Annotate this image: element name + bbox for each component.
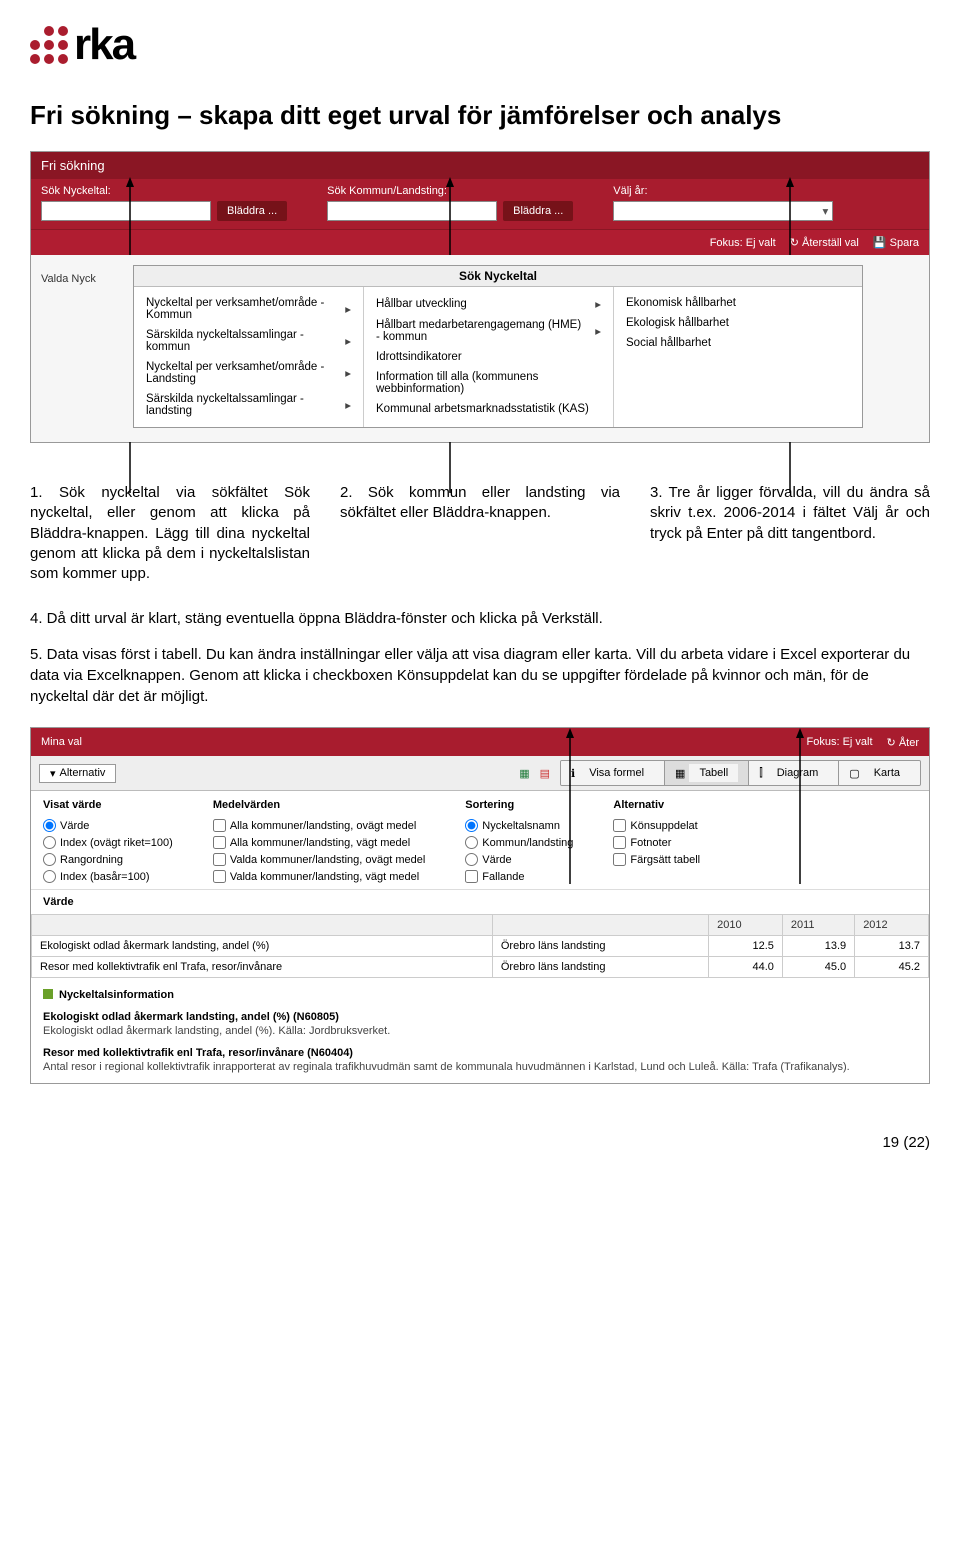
page-number: 19 (22) [30, 1134, 930, 1151]
check-alla-ovagt[interactable] [213, 819, 226, 832]
option-label: Alla kommuner/landsting, vägt medel [230, 837, 410, 849]
step-4-text: 4. Då ditt urval är klart, stäng eventue… [30, 608, 930, 629]
option-label: Kommun/landsting [482, 837, 573, 849]
spara-button[interactable]: 💾 Spara [873, 236, 919, 249]
pdf-icon[interactable]: ▤ [540, 767, 550, 780]
alternativ-header: Alternativ [613, 799, 700, 811]
option-label: Index (basår=100) [60, 871, 150, 883]
info-text: Antal resor i regional kollektivtrafik i… [43, 1061, 917, 1073]
excel-icon[interactable]: ▦ [519, 767, 529, 780]
valj-ar-select[interactable]: ▾ [613, 201, 833, 221]
option-label: Fotnoter [630, 837, 671, 849]
toolbar: Fokus: Ej valt ↻ Återställ val 💾 Spara [31, 229, 929, 255]
chevron-down-icon: ▾ [823, 204, 829, 218]
tabell-tab[interactable]: ▦ Tabell [665, 761, 749, 785]
option-label: Index (ovägt riket=100) [60, 837, 173, 849]
chevron-right-icon: ▸ [345, 302, 351, 316]
chevron-down-icon: ▾ [50, 767, 56, 780]
sortering-header: Sortering [465, 799, 573, 811]
logo: rka [30, 20, 930, 70]
option-label: Alla kommuner/landsting, ovägt medel [230, 820, 416, 832]
screenshot-fri-sokning: Fri sökning Sök Nyckeltal: Bläddra ... S… [30, 151, 930, 443]
step-5-text: 5. Data visas först i tabell. Du kan änd… [30, 644, 930, 707]
panel-title: Sök Nyckeltal [134, 266, 862, 287]
option-label: Nyckeltalsnamn [482, 820, 560, 832]
check-valda-vagt[interactable] [213, 870, 226, 883]
info-section-title: Nyckeltalsinformation [59, 989, 174, 1001]
search-bar: Sök Nyckeltal: Bläddra ... Sök Kommun/La… [31, 179, 929, 229]
alternativ-button[interactable]: ▾Alternativ [39, 764, 116, 783]
check-fargsatt[interactable] [613, 853, 626, 866]
list-item[interactable]: Särskilda nyckeltalssamlingar - landstin… [144, 389, 353, 421]
sok-nyckeltal-panel: Sök Nyckeltal Nyckeltal per verksamhet/o… [133, 265, 863, 428]
chevron-right-icon: ▸ [595, 324, 601, 338]
aterstall-button[interactable]: ↻ Åter [887, 736, 919, 749]
list-item[interactable]: Social hållbarhet [624, 333, 852, 353]
visat-varde-header: Visat värde [43, 799, 173, 811]
option-label: Valda kommuner/landsting, vägt medel [230, 871, 419, 883]
radio-rangordning[interactable] [43, 853, 56, 866]
valda-nyckeltal-label: Valda Nyck [41, 273, 96, 285]
diagram-tab[interactable]: ⫿ Diagram [749, 761, 839, 785]
step-1-text: 1. Sök nyckeltal via sökfältet Sök nycke… [30, 483, 310, 584]
step-3-text: 3. Tre år ligger förvalda, vill du ändra… [650, 483, 930, 584]
label-sok-nyckeltal: Sök Nyckeltal: [41, 185, 287, 197]
chevron-right-icon: ▸ [345, 334, 351, 348]
option-label: Rangordning [60, 854, 123, 866]
option-label: Fallande [482, 871, 524, 883]
bladdra-kommun-button[interactable]: Bläddra ... [503, 201, 573, 221]
list-item[interactable]: Hållbart medarbetarengagemang (HME) - ko… [374, 315, 603, 347]
logo-text: rka [74, 20, 134, 70]
option-label: Valda kommuner/landsting, ovägt medel [230, 854, 425, 866]
option-label: Värde [482, 854, 511, 866]
list-item[interactable]: Kommunal arbetsmarknadsstatistik (KAS) [374, 399, 603, 419]
check-alla-vagt[interactable] [213, 836, 226, 849]
radio-index-basar[interactable] [43, 870, 56, 883]
list-item[interactable]: Hållbar utveckling▸ [374, 293, 603, 315]
chevron-right-icon: ▸ [345, 366, 351, 380]
check-fotnoter[interactable] [613, 836, 626, 849]
chevron-right-icon: ▸ [595, 297, 601, 311]
check-valda-ovagt[interactable] [213, 853, 226, 866]
mina-val-label: Mina val [41, 736, 82, 748]
radio-nyckeltalsnamn[interactable] [465, 819, 478, 832]
aterstall-button[interactable]: ↻ Återställ val [790, 236, 859, 249]
sok-nyckeltal-input[interactable] [41, 201, 211, 221]
sok-kommun-input[interactable] [327, 201, 497, 221]
info-marker-icon [43, 989, 53, 999]
radio-varde-sort[interactable] [465, 853, 478, 866]
label-valj-ar: Välj år: [613, 185, 833, 197]
list-item[interactable]: Idrottsindikatorer [374, 347, 603, 367]
list-item[interactable]: Särskilda nyckeltalssamlingar - kommun▸ [144, 325, 353, 357]
list-item[interactable]: Nyckeltal per verksamhet/område - Kommun… [144, 293, 353, 325]
radio-varde[interactable] [43, 819, 56, 832]
list-item[interactable]: Information till alla (kommunens webbinf… [374, 367, 603, 399]
bladdra-nyckeltal-button[interactable]: Bläddra ... [217, 201, 287, 221]
check-fallande[interactable] [465, 870, 478, 883]
option-label: Könsuppdelat [630, 820, 697, 832]
panel-heading: Fri sökning [31, 152, 929, 179]
step-2-text: 2. Sök kommun eller landsting via sökfäl… [340, 483, 620, 584]
list-item[interactable]: Ekologisk hållbarhet [624, 313, 852, 333]
visa-formel-tab[interactable]: ℹ Visa formel [561, 761, 665, 785]
check-konsuppdelat[interactable] [613, 819, 626, 832]
list-item[interactable]: Ekonomisk hållbarhet [624, 293, 852, 313]
chevron-right-icon: ▸ [345, 398, 351, 412]
page-title: Fri sökning – skapa ditt eget urval för … [30, 100, 930, 131]
karta-tab[interactable]: ▢ Karta [839, 761, 920, 785]
medelvarden-header: Medelvärden [213, 799, 425, 811]
fokus-status[interactable]: Fokus: Ej valt [807, 736, 873, 748]
option-label: Färgsätt tabell [630, 854, 700, 866]
radio-index-ovagt[interactable] [43, 836, 56, 849]
label-sok-kommun: Sök Kommun/Landsting: [327, 185, 573, 197]
fokus-status[interactable]: Fokus: Ej valt [710, 237, 776, 249]
radio-kommun[interactable] [465, 836, 478, 849]
option-label: Värde [60, 820, 89, 832]
list-item[interactable]: Nyckeltal per verksamhet/område - Landst… [144, 357, 353, 389]
logo-dots-icon [30, 26, 68, 64]
